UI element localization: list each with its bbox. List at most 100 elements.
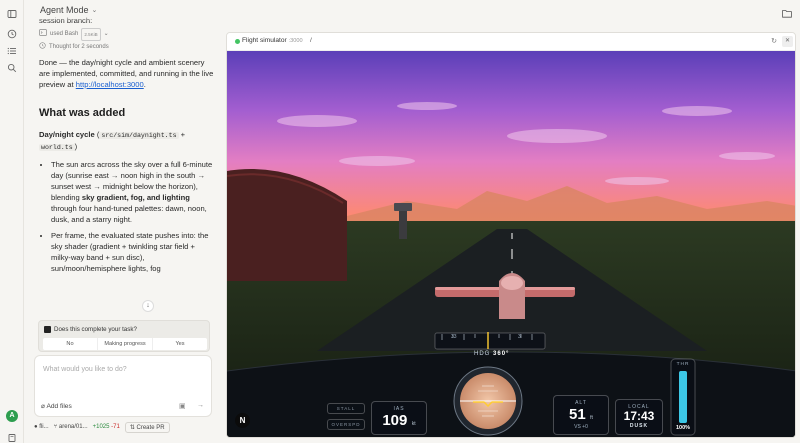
branch-label: arena/01... [58, 424, 88, 430]
chevron-down-icon: ⌄ [103, 31, 109, 37]
scroll-down-button[interactable]: ↓ [142, 300, 154, 312]
list-item: The sun arcs across the sky over a full … [51, 159, 214, 225]
tool-badge: 2.5KiB [81, 28, 101, 41]
preview-path[interactable]: / [310, 37, 312, 44]
heading-readout: HDG 360° [474, 351, 509, 357]
done-period: . [143, 80, 146, 89]
chevron-down-icon: ⌄ [91, 7, 98, 14]
message-composer: What would you like to do? ⌀ Add files ▣… [34, 355, 212, 417]
mode-label: Agent Mode [40, 5, 89, 15]
message-input[interactable]: What would you like to do? [43, 366, 127, 373]
refresh-icon[interactable]: ↻ [771, 37, 777, 45]
confirm-progress-button[interactable]: Making progress [98, 338, 153, 350]
alt-value: 51 [569, 406, 586, 423]
bullet-text: through four hand-tuned palettes: dawn, … [51, 204, 207, 224]
vertical-speed: VS +0 [574, 424, 588, 430]
bullet-list: The sun arcs across the sky over a full … [39, 159, 214, 274]
image-icon[interactable]: ▣ [179, 402, 186, 410]
bottom-bar: ● fli... ⑂ arena/01... +1025 -71 ⇅ Creat… [34, 420, 214, 434]
add-files-label: Add files [46, 403, 72, 410]
avatar[interactable]: A [6, 410, 18, 422]
done-paragraph: Done — the day/night cycle and ambient s… [39, 57, 214, 90]
list-item: Per frame, the evaluated state pushes in… [51, 230, 214, 274]
create-pr-label: Create PR [136, 424, 165, 431]
additions-count: +1025 [92, 424, 110, 430]
tape-right-value: 3 [518, 334, 521, 340]
thought-indicator[interactable]: Thought for 2 seconds [39, 41, 214, 54]
clock-icon [39, 41, 46, 54]
list-icon[interactable] [7, 43, 17, 55]
overspeed-warning: OVERSPD [327, 419, 365, 430]
send-icon[interactable]: → [197, 402, 204, 409]
paperclip-icon: ⌀ [41, 403, 45, 410]
plus-sign: + [180, 130, 186, 139]
stall-warning: STALL [327, 403, 365, 414]
branch-chip[interactable]: ⑂ arena/01... [54, 424, 88, 430]
section-label: Day/night cycle [39, 130, 95, 139]
heading-label: HDG [474, 351, 491, 357]
localhost-link[interactable]: http://localhost:3000 [76, 80, 144, 89]
port-label: :3000 [288, 38, 303, 44]
folder-icon[interactable] [782, 5, 792, 18]
deletions-count: -71 [111, 424, 120, 430]
alt-readout: 51 ft [554, 406, 608, 424]
preview-panel: Flight simulator :3000 / ↻ ✕ 33 3 HDG 36… [226, 32, 796, 438]
local-phase: DUSK [629, 423, 649, 429]
confirm-question: Does this complete your task? [54, 326, 137, 333]
repo-chip[interactable]: ● fli... [34, 424, 49, 430]
code-world: world.ts [39, 144, 75, 151]
preview-app-name: Flight simulator :3000 [242, 37, 303, 44]
history-icon[interactable] [7, 26, 17, 39]
app-name-label: Flight simulator [242, 37, 287, 44]
throttle-fill [679, 371, 687, 423]
left-rail: A [0, 0, 24, 443]
search-icon[interactable] [7, 60, 17, 73]
terminal-icon [39, 28, 47, 41]
app-window: A Everything's in. I'll add and commit t… [0, 0, 800, 443]
agent-logo-icon [44, 326, 51, 333]
repo-label: fli... [39, 424, 49, 430]
preview-url-bar: Flight simulator :3000 / ↻ ✕ [227, 33, 795, 51]
thought-label: Thought for 2 seconds [49, 44, 109, 50]
status-dot [235, 39, 240, 44]
tool-label: used Bash [50, 31, 79, 37]
agent-mode-dropdown[interactable]: Agent Mode ⌄ [40, 5, 97, 15]
ias-readout: 109 kt [372, 412, 426, 430]
confirm-question-row: Does this complete your task? [44, 326, 137, 333]
airspeed-panel: IAS 109 kt [371, 401, 427, 435]
bullet-bold: sky gradient, fog, and lighting [81, 193, 190, 202]
heading-value: 360° [493, 351, 510, 357]
local-time-panel: LOCAL 17:43 DUSK [615, 399, 663, 435]
task-confirm-box: Does this complete your task? No Making … [38, 320, 210, 352]
diff-stats[interactable]: +1025 -71 [93, 424, 120, 430]
create-pr-button[interactable]: ⇅ Create PR [124, 421, 170, 433]
throttle-label: THR [676, 362, 690, 367]
pull-request-icon: ⇅ [129, 424, 135, 431]
ias-unit: kt [411, 421, 416, 427]
ias-value: 109 [382, 412, 408, 429]
confirm-options: No Making progress Yes [43, 338, 207, 350]
confirm-yes-button[interactable]: Yes [153, 338, 207, 350]
alt-unit: ft [590, 415, 593, 421]
github-icon: ● [34, 424, 38, 430]
flight-scene[interactable]: 33 3 HDG 360° STALL OVERSPD IAS 109 kt A… [227, 51, 795, 437]
branch-icon: ⑂ [53, 424, 58, 430]
chat-transcript: Everything's in. I'll add and commit the… [39, 5, 214, 279]
section-title: Day/night cycle (src/sim/daynight.ts + w… [39, 130, 186, 151]
sidebar-toggle-icon[interactable] [7, 6, 17, 18]
framework-logo-icon[interactable]: N [235, 413, 250, 428]
tape-left-value: 33 [451, 334, 457, 340]
local-time: 17:43 [623, 409, 655, 423]
close-icon[interactable]: ✕ [782, 36, 793, 47]
section-heading: What was added [39, 107, 126, 119]
scene-canvas [227, 51, 795, 437]
throttle-value: 100% [675, 425, 691, 431]
tool-call[interactable]: used Bash 2.5KiB ⌄ [39, 28, 214, 41]
confirm-no-button[interactable]: No [43, 338, 98, 350]
altitude-panel: ALT 51 ft VS +0 [553, 395, 609, 435]
arrow-down-icon: ↓ [146, 302, 150, 309]
book-icon[interactable] [7, 430, 17, 442]
code-daynight: src/sim/daynight.ts [99, 132, 179, 139]
add-files-button[interactable]: ⌀ Add files [41, 402, 72, 410]
top-bar: Agent Mode ⌄ [24, 0, 800, 22]
